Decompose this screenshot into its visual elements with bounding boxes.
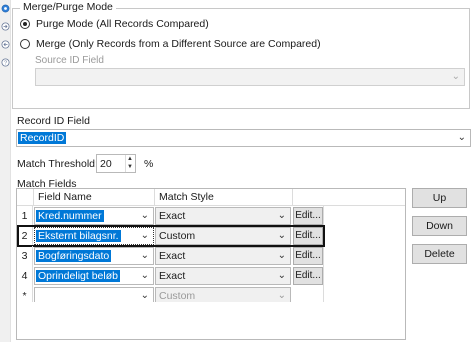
row-number[interactable]: 1 — [17, 206, 33, 226]
chevron-down-icon[interactable]: ⌄ — [278, 210, 286, 221]
record-id-value: RecordID — [18, 132, 67, 144]
match-fields-grid: Field Name Match Style 1 Kred.nummer ⌄ E… — [16, 188, 406, 340]
merge-purge-group-label: Merge/Purge Mode — [20, 1, 116, 13]
table-row[interactable]: 1 Kred.nummer ⌄ Exact ⌄ Edit... — [17, 206, 405, 226]
merge-mode-label: Merge (Only Records from a Different Sou… — [36, 38, 321, 50]
match-style-select[interactable]: Exact ⌄ — [155, 247, 291, 265]
edit-button[interactable]: Edit... — [293, 247, 323, 265]
field-name-value: Kred.nummer — [36, 210, 104, 222]
field-name-column-header: Field Name — [34, 189, 155, 206]
spinner-buttons: ▲ ▼ — [125, 155, 135, 172]
chevron-down-icon[interactable]: ⌄ — [458, 132, 466, 143]
table-row[interactable]: 4 Oprindeligt beløb ⌄ Exact ⌄ Edit... — [17, 266, 405, 286]
match-threshold-spinner[interactable]: 20 ▲ ▼ — [96, 154, 136, 173]
purge-mode-radio[interactable]: Purge Mode (All Records Compared) — [20, 18, 209, 30]
match-style-value: Exact — [159, 270, 186, 282]
tool-gutter: ? — [0, 0, 11, 342]
table-row[interactable]: 3 Bogføringsdato ⌄ Exact ⌄ Edit... — [17, 246, 405, 266]
field-name-select[interactable]: Oprindeligt beløb ⌄ — [34, 267, 154, 285]
purge-mode-label: Purge Mode (All Records Compared) — [36, 18, 209, 30]
edit-button[interactable]: Edit... — [293, 267, 323, 285]
match-style-value: Exact — [159, 210, 186, 222]
edit-column-header — [293, 189, 405, 206]
match-style-value: Custom — [159, 230, 196, 242]
field-name-select[interactable]: Kred.nummer ⌄ — [34, 207, 154, 225]
up-button[interactable]: Up — [412, 188, 467, 208]
match-style-value: Exact — [159, 250, 186, 262]
radio-unselected-icon[interactable] — [20, 39, 30, 49]
down-button[interactable]: Down — [412, 216, 467, 236]
merge-mode-radio[interactable]: Merge (Only Records from a Different Sou… — [20, 38, 321, 50]
chevron-down-icon[interactable]: ⌄ — [278, 270, 286, 281]
chevron-down-icon[interactable]: ⌄ — [141, 210, 149, 221]
source-id-select: ⌄ — [35, 68, 465, 86]
chevron-down-icon: ⌄ — [451, 71, 460, 82]
gear-icon[interactable] — [1, 4, 10, 13]
chevron-down-icon[interactable]: ⌄ — [141, 290, 149, 301]
chevron-down-icon[interactable]: ⌄ — [141, 270, 149, 281]
chevron-down-icon[interactable]: ⌄ — [278, 290, 286, 301]
match-style-select[interactable]: Exact ⌄ — [155, 267, 291, 285]
field-name-select[interactable]: Bogføringsdato ⌄ — [34, 247, 154, 265]
delete-button[interactable]: Delete — [412, 244, 467, 264]
source-id-label: Source ID Field — [35, 55, 104, 66]
grid-blank-area — [17, 302, 405, 339]
edit-button[interactable]: Edit... — [293, 227, 323, 245]
row-number[interactable]: 2 — [17, 226, 33, 246]
match-threshold-label: Match Threshold: — [17, 158, 98, 170]
spin-down-icon[interactable]: ▼ — [127, 164, 133, 171]
field-name-value: Bogføringsdato — [36, 250, 112, 262]
help-icon[interactable]: ? — [1, 58, 10, 67]
match-threshold-value[interactable]: 20 — [100, 158, 112, 170]
field-name-value: Oprindeligt beløb — [36, 270, 120, 282]
match-style-select[interactable]: Custom ⌄ — [155, 227, 291, 245]
field-name-select[interactable]: Eksternt bilagsnr. ⌄ — [34, 227, 154, 245]
svg-text:?: ? — [4, 61, 7, 67]
radio-selected-icon[interactable] — [20, 19, 30, 29]
chevron-down-icon[interactable]: ⌄ — [141, 250, 149, 261]
arrow-out-icon[interactable] — [1, 40, 10, 49]
row-number[interactable]: 4 — [17, 266, 33, 286]
spin-up-icon[interactable]: ▲ — [127, 156, 133, 163]
chevron-down-icon[interactable]: ⌄ — [278, 230, 286, 241]
row-number[interactable]: 3 — [17, 246, 33, 266]
percent-unit: % — [144, 158, 154, 170]
field-name-value: Eksternt bilagsnr. — [36, 230, 121, 242]
chevron-down-icon[interactable]: ⌄ — [141, 230, 149, 241]
arrow-in-icon[interactable] — [1, 22, 10, 31]
grid-corner-header — [17, 189, 34, 206]
match-style-value: Custom — [159, 290, 196, 302]
record-id-select[interactable]: RecordID ⌄ — [16, 129, 471, 147]
edit-button[interactable]: Edit... — [293, 207, 323, 225]
chevron-down-icon[interactable]: ⌄ — [278, 250, 286, 261]
record-id-label: Record ID Field — [17, 115, 90, 127]
table-row-selected[interactable]: 2 Eksternt bilagsnr. ⌄ Custom ⌄ Edit... — [17, 225, 405, 247]
match-style-select[interactable]: Exact ⌄ — [155, 207, 291, 225]
match-style-column-header: Match Style — [155, 189, 293, 206]
